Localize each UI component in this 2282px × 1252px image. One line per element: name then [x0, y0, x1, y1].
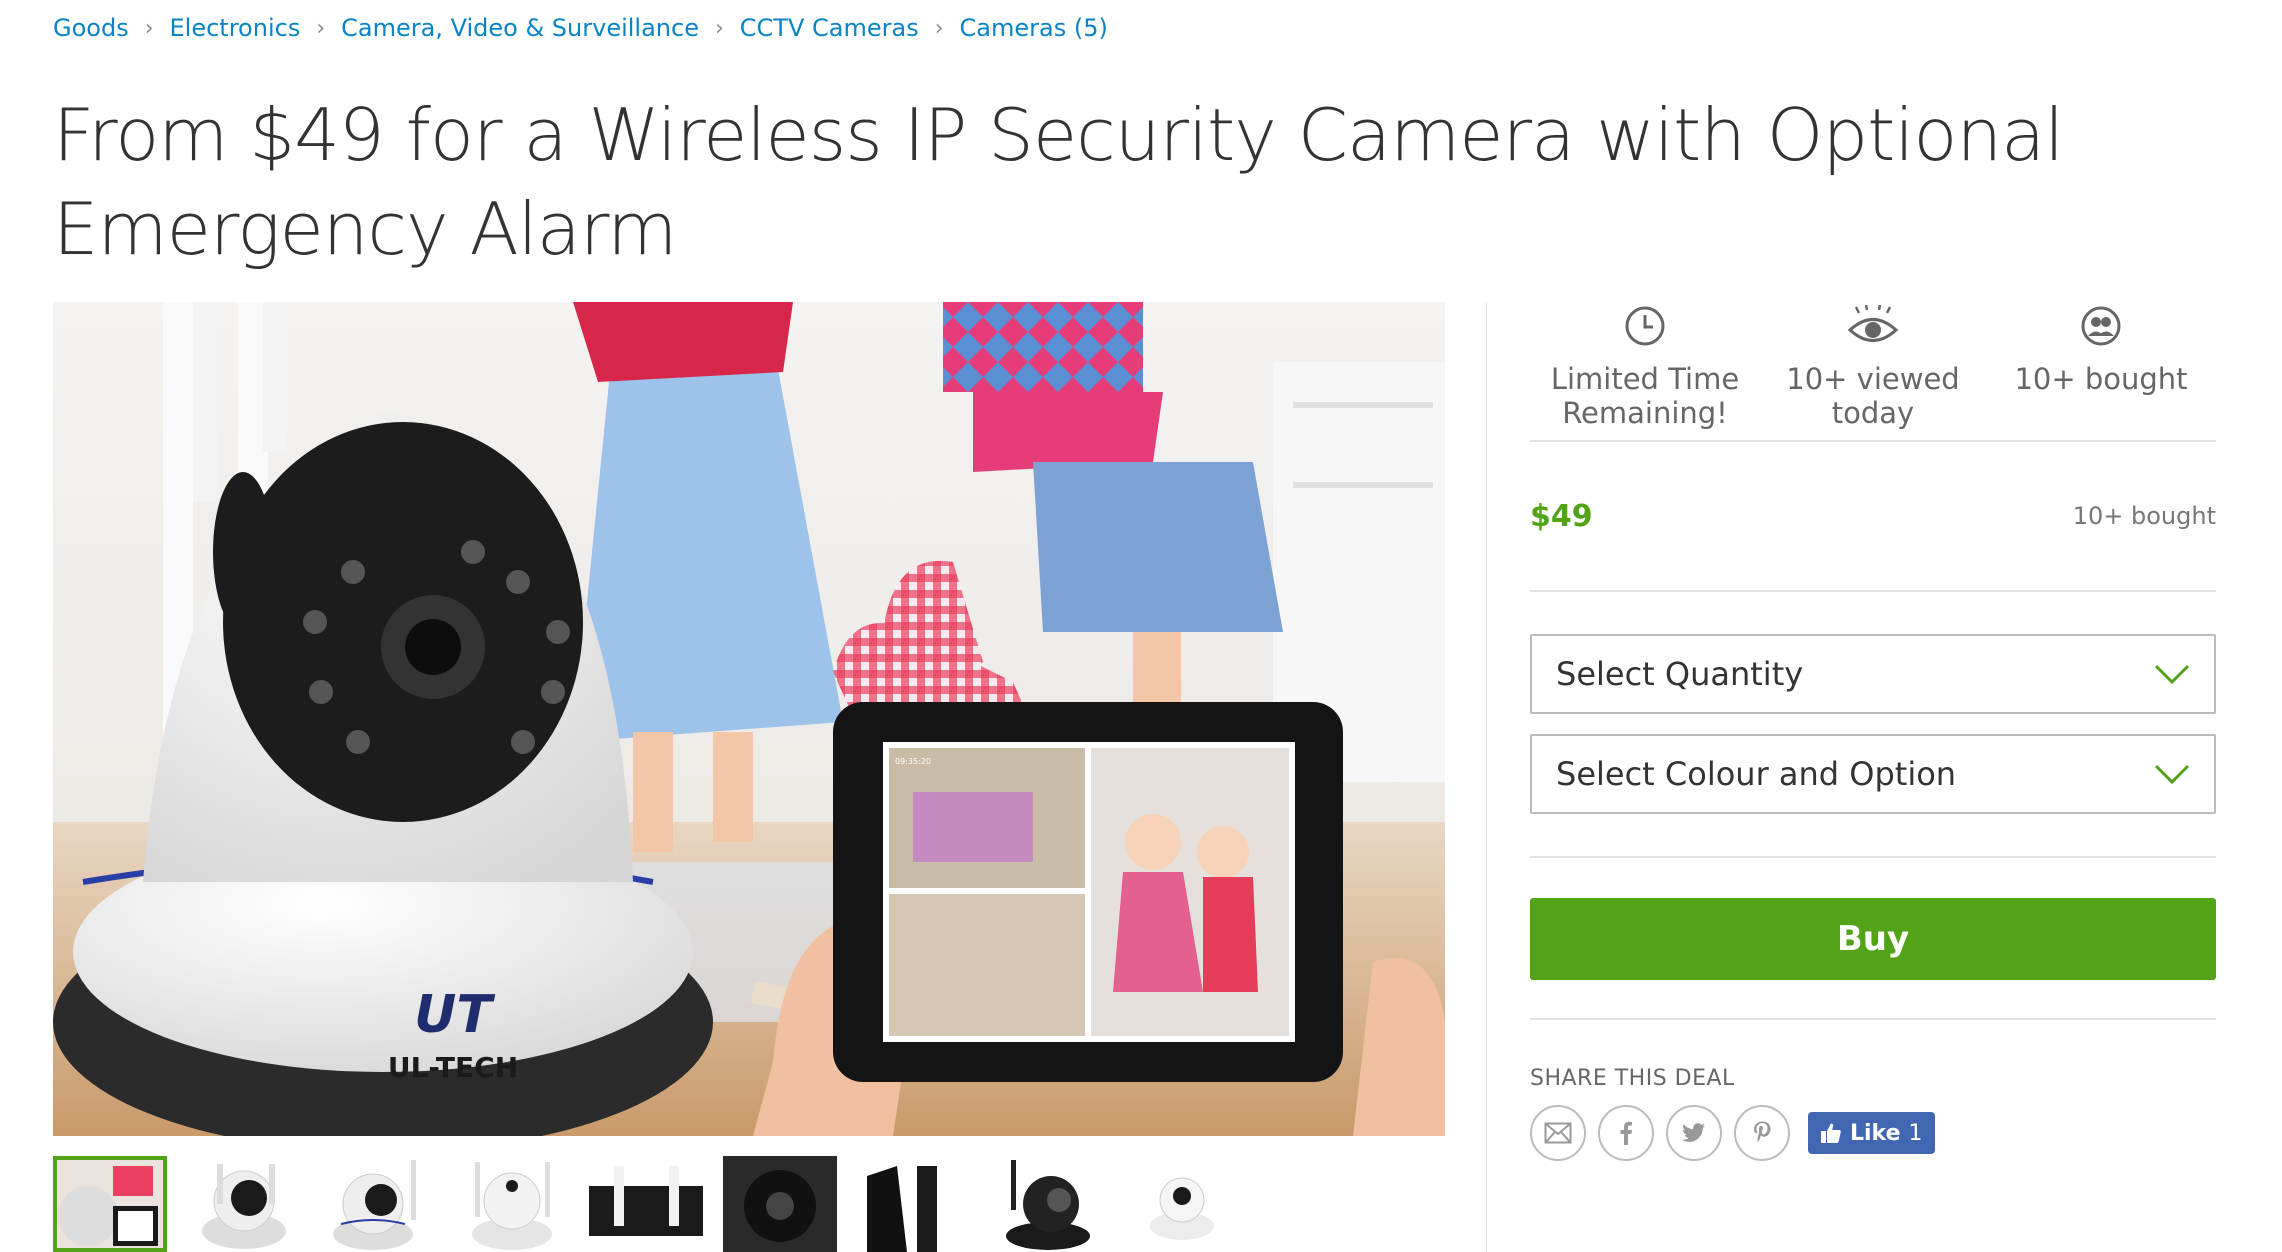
thumbnail-4[interactable]: [455, 1156, 569, 1252]
column-divider: [1486, 302, 1487, 1252]
stat-bought: 10+ bought: [1996, 302, 2206, 440]
thumbnail-image: [1006, 1160, 1090, 1250]
thumbnail-image: [53, 1156, 167, 1252]
buy-button[interactable]: Buy: [1530, 898, 2216, 980]
share-label: SHARE THIS DEAL: [1530, 1066, 1735, 1091]
breadcrumb-cameras[interactable]: Cameras (5): [960, 14, 1108, 42]
thumbnail-8[interactable]: [991, 1156, 1105, 1252]
divider: [1530, 856, 2216, 858]
tablet-timestamp: 09:35:20: [895, 757, 931, 766]
stat-viewed: 10+ viewed today: [1768, 302, 1978, 440]
chevron-right-icon: ›: [714, 15, 724, 41]
breadcrumb-goods[interactable]: Goods: [53, 14, 129, 42]
brand-name: UL-TECH: [388, 1051, 518, 1084]
thumbnail-image: [867, 1166, 937, 1252]
thumbs-up-icon: [1821, 1123, 1841, 1143]
email-icon: [1544, 1122, 1572, 1144]
thumbnail-3[interactable]: [321, 1156, 435, 1252]
quantity-select-label: Select Quantity: [1556, 655, 1804, 693]
thumbnail-9[interactable]: [1125, 1156, 1239, 1252]
thumbnail-2[interactable]: [187, 1156, 301, 1252]
option-select-label: Select Colour and Option: [1556, 755, 1957, 793]
thumbnail-6[interactable]: [723, 1156, 837, 1252]
option-select[interactable]: Select Colour and Option: [1530, 734, 2216, 814]
thumbnail-1[interactable]: [53, 1156, 167, 1252]
quantity-select[interactable]: Select Quantity: [1530, 634, 2216, 714]
stat-limited-time: Limited Time Remaining!: [1540, 302, 1750, 440]
deal-stats: Limited Time Remaining! 10+ viewed today…: [1530, 302, 2216, 442]
share-pinterest-button[interactable]: [1734, 1105, 1790, 1161]
breadcrumb-electronics[interactable]: Electronics: [170, 14, 301, 42]
breadcrumb-camera-video[interactable]: Camera, Video & Surveillance: [341, 14, 699, 42]
stat-label: 10+ bought: [2014, 362, 2188, 396]
share-email-button[interactable]: [1530, 1105, 1586, 1161]
thumbnail-image: [202, 1164, 286, 1249]
facebook-like-button[interactable]: Like 1: [1808, 1112, 1935, 1154]
deal-price: $49: [1530, 498, 1593, 534]
breadcrumb-cctv[interactable]: CCTV Cameras: [740, 14, 919, 42]
users-icon: [1996, 302, 2206, 350]
pinterest-icon: [1754, 1121, 1771, 1143]
chevron-right-icon: ›: [934, 15, 944, 41]
chevron-down-icon: [2154, 664, 2190, 685]
brand-mark: UT: [414, 985, 495, 1045]
like-count: 1: [1908, 1120, 1923, 1146]
chevron-down-icon: [2154, 764, 2190, 785]
facebook-icon: [1620, 1121, 1632, 1145]
breadcrumb: Goods › Electronics › Camera, Video & Su…: [53, 14, 1108, 42]
share-twitter-button[interactable]: [1666, 1105, 1722, 1161]
thumbnail-strip: [53, 1156, 1239, 1252]
like-label: Like: [1850, 1120, 1901, 1146]
thumbnail-7[interactable]: [857, 1156, 971, 1252]
divider: [1530, 1018, 2216, 1020]
product-hero-image[interactable]: UT UL-TECH 09:35:20: [53, 302, 1445, 1136]
share-facebook-button[interactable]: [1598, 1105, 1654, 1161]
eye-icon: [1768, 302, 1978, 350]
price-row: $49 10+ bought: [1530, 442, 2216, 592]
deal-sidebar: Limited Time Remaining! 10+ viewed today…: [1530, 302, 2216, 1161]
chevron-right-icon: ›: [316, 15, 326, 41]
clock-icon: [1540, 302, 1750, 350]
thumbnail-image: [333, 1160, 416, 1250]
thumbnail-5[interactable]: [589, 1156, 703, 1252]
stat-label: 10+ viewed today: [1786, 362, 1960, 430]
thumbnail-image: [723, 1156, 837, 1252]
thumbnail-image: [472, 1162, 552, 1250]
thumbnail-image: [589, 1166, 703, 1236]
hero-illustration: UT UL-TECH 09:35:20: [53, 302, 1445, 1136]
thumbnail-image: [1150, 1177, 1214, 1240]
chevron-right-icon: ›: [144, 15, 154, 41]
bought-count: 10+ bought: [2072, 502, 2216, 530]
page-title: From $49 for a Wireless IP Security Came…: [53, 93, 2064, 271]
twitter-icon: [1682, 1123, 1705, 1142]
share-buttons: Like 1: [1530, 1105, 2216, 1161]
stat-label: Limited Time Remaining!: [1550, 362, 1740, 430]
